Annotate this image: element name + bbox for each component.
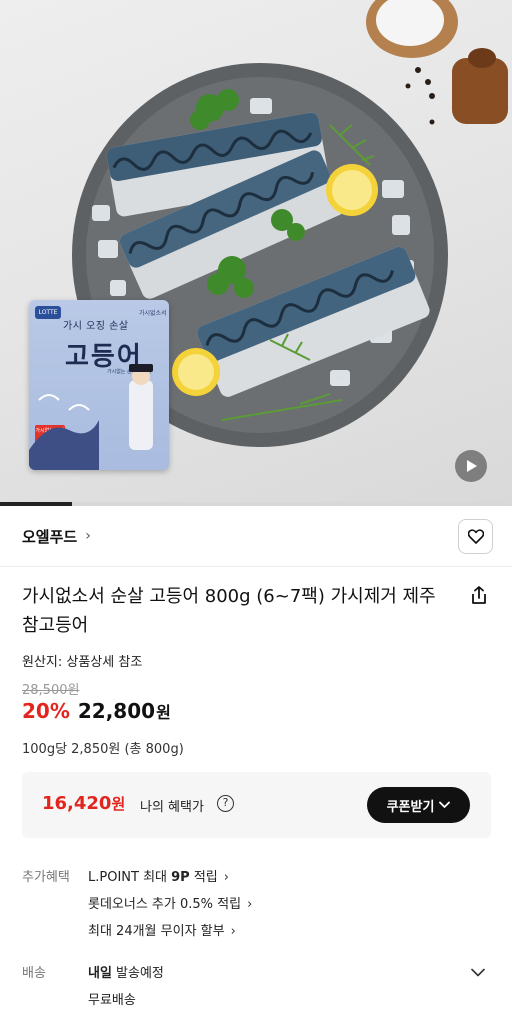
original-price: 28,500원 xyxy=(22,683,80,698)
brand-link[interactable]: 오엘푸드 › xyxy=(22,518,91,554)
shipping-status: 발송예정 xyxy=(111,966,164,981)
sale-price-currency: 원 xyxy=(156,703,171,722)
product-image-carousel[interactable]: LOTTE 가시없소서 가시 오징 손살 고등어 가시없는 순살 고등어 가시없… xyxy=(0,0,512,502)
product-package-image: LOTTE 가시없소서 가시 오징 손살 고등어 가시없는 순살 고등어 가시없… xyxy=(29,300,169,470)
product-title: 가시없소서 순살 고등어 800g (6~7팩) 가시제거 제주 참고등어 xyxy=(22,586,436,636)
share-icon xyxy=(472,586,486,604)
lpoint-prefix: L.POINT 최대 xyxy=(88,870,172,885)
benefit-price-currency: 원 xyxy=(111,795,126,813)
benefit-price-label: 나의 혜택가 xyxy=(140,800,204,815)
chevron-right-icon: › xyxy=(247,897,253,912)
coupon-button-label: 쿠폰받기 xyxy=(386,799,435,815)
chevron-right-icon: › xyxy=(85,528,91,544)
benefit-price: 16,420원 xyxy=(42,793,125,814)
installment-text: 최대 24개월 무이자 할부 xyxy=(88,924,225,939)
play-icon xyxy=(467,460,477,472)
lpoint-benefit-link[interactable]: L.POINT 최대 9P 적립 › xyxy=(88,866,229,885)
card-benefit-text: 롯데오너스 추가 0.5% 적립 xyxy=(88,897,242,912)
sale-price: 22,800 xyxy=(77,699,156,723)
unit-price: 100g당 2,850원 (총 800g) xyxy=(22,742,184,757)
package-illustration xyxy=(29,364,153,470)
shipping-fee: 무료배송 xyxy=(88,993,136,1008)
get-coupon-button[interactable]: 쿠폰받기 xyxy=(367,787,470,823)
shipping-expand-toggle[interactable] xyxy=(467,961,489,983)
heart-icon xyxy=(467,529,484,544)
video-progress-bar[interactable] xyxy=(0,502,512,506)
help-icon[interactable]: ? xyxy=(217,795,234,812)
wishlist-button[interactable] xyxy=(458,519,493,554)
card-benefit-link[interactable]: 롯데오너스 추가 0.5% 적립 › xyxy=(88,893,252,912)
extra-benefits-label: 추가혜택 xyxy=(22,870,70,885)
video-progress-fill xyxy=(0,502,72,506)
discount-rate: 20% xyxy=(22,699,70,723)
chevron-right-icon: › xyxy=(223,870,229,885)
shipping-schedule: 내일 발송예정 xyxy=(88,962,164,981)
lpoint-suffix: 적립 xyxy=(189,870,218,885)
installment-benefit-link[interactable]: 최대 24개월 무이자 할부 › xyxy=(88,920,236,939)
lpoint-value: 9P xyxy=(171,870,190,885)
benefit-price-value: 16,420 xyxy=(42,793,112,814)
divider xyxy=(0,566,512,567)
chevron-down-icon xyxy=(471,968,485,976)
benefit-price-box: 16,420원 나의 혜택가 ? 쿠폰받기 xyxy=(22,772,491,838)
shipping-label: 배송 xyxy=(22,966,46,981)
chevron-right-icon: › xyxy=(230,924,236,939)
chevron-down-icon xyxy=(439,801,451,808)
video-play-button[interactable] xyxy=(455,450,487,482)
brand-name: 오엘푸드 xyxy=(22,527,78,546)
share-button[interactable] xyxy=(466,582,492,608)
origin-info: 원산지: 상품상세 참조 xyxy=(22,655,143,670)
shipping-day: 내일 xyxy=(88,966,112,981)
price-row: 20% 22,800 원 xyxy=(22,699,171,727)
